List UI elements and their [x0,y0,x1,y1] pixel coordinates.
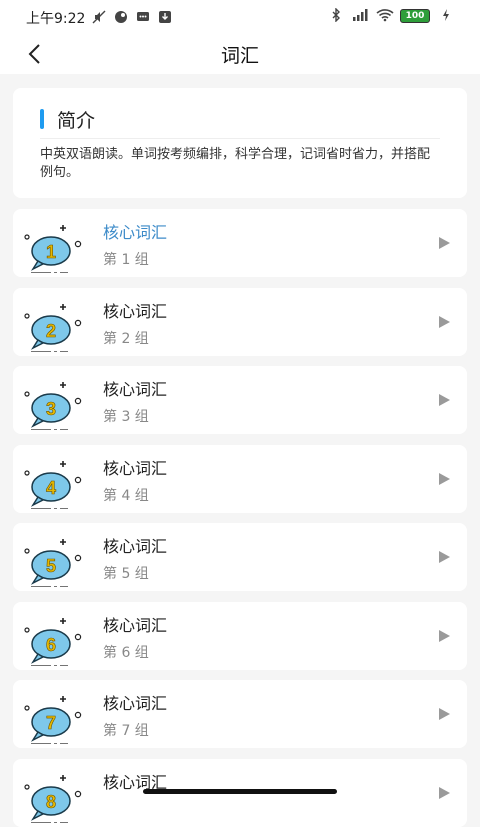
play-icon[interactable] [437,629,451,643]
speech-bubble-icon: 2 [24,304,82,352]
bluetooth-icon [328,7,344,24]
home-indicator[interactable] [143,789,337,794]
speech-bubble-icon: 3 [24,382,82,430]
group-title: 核心词汇 [103,537,168,556]
bubble-number: 7 [46,713,56,733]
group-title: 核心词汇 [103,223,168,242]
intro-card: 简介 中英双语朗读。单词按考频编排，科学合理，记词省时省力，并搭配例句。 [13,88,467,198]
intro-heading: 简介 [57,110,96,132]
group-list-item[interactable]: 3 核心词汇第 3 组 [13,366,467,434]
header: 词汇 [0,34,480,74]
play-icon[interactable] [437,472,451,486]
group-title: 核心词汇 [103,380,168,399]
bubble-number: 8 [46,792,56,812]
group-subtitle: 第 6 组 [103,645,149,661]
speech-bubble-icon: 5 [24,539,82,587]
bubble-number: 4 [46,478,56,498]
bubble-number: 2 [46,321,56,341]
speech-bubble-icon: 1 [24,225,82,273]
group-subtitle: 第 4 组 [103,488,149,504]
mute-icon [91,10,107,26]
play-icon[interactable] [437,236,451,250]
speech-bubble-icon: 4 [24,461,82,509]
group-title: 核心词汇 [103,694,168,713]
speech-bubble-icon: 7 [24,696,82,744]
group-subtitle: 第 3 组 [103,409,149,425]
group-list-item[interactable]: 2 核心词汇第 2 组 [13,288,467,356]
status-left: 上午9:22 [26,8,173,28]
bubble-number: 6 [46,635,56,655]
group-list-item[interactable]: 4 核心词汇第 4 组 [13,445,467,513]
play-icon[interactable] [437,707,451,721]
speech-bubble-icon: 8 [24,775,82,823]
group-list-item[interactable]: 5 核心词汇第 5 组 [13,523,467,591]
download-icon [157,10,173,26]
status-right: 100 [328,7,454,24]
charging-icon [438,8,454,24]
bubble-number: 3 [46,399,56,419]
group-subtitle: 第 2 组 [103,331,149,347]
group-list-item[interactable]: 6 核心词汇第 6 组 [13,602,467,670]
group-list-item[interactable]: 7 核心词汇第 7 组 [13,680,467,748]
group-title: 核心词汇 [103,302,168,321]
signal-icon [352,8,368,24]
play-icon[interactable] [437,550,451,564]
status-time: 上午9:22 [26,11,86,27]
play-icon[interactable] [437,786,451,800]
app-notification-icon [113,10,129,26]
play-icon[interactable] [437,315,451,329]
group-subtitle: 第 1 组 [103,252,149,268]
intro-accent-bar [40,109,44,129]
battery-icon: 100 [400,9,430,23]
divider [40,138,440,139]
bubble-number: 5 [46,556,56,576]
group-title: 核心词汇 [103,459,168,478]
intro-description: 中英双语朗读。单词按考频编排，科学合理，记词省时省力，并搭配例句。 [40,147,431,180]
status-bar: 上午9:22 100 [0,0,480,34]
speech-bubble-icon: 6 [24,618,82,666]
group-title: 核心词汇 [103,616,168,635]
wifi-icon [376,8,394,24]
message-icon [135,10,151,26]
play-icon[interactable] [437,393,451,407]
group-list-item[interactable]: 1 核心词汇第 1 组 [13,209,467,277]
group-subtitle: 第 7 组 [103,723,149,739]
page-title: 词汇 [220,45,259,67]
bubble-number: 1 [46,242,56,262]
group-subtitle: 第 5 组 [103,566,149,582]
